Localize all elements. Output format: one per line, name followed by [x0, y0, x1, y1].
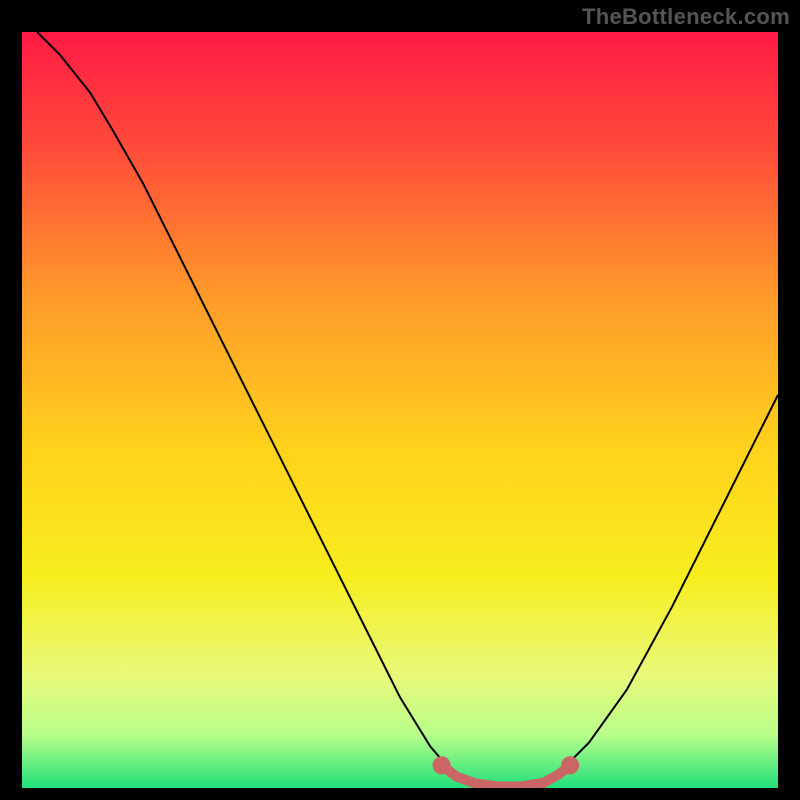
watermark-text: TheBottleneck.com: [582, 4, 790, 30]
chart-frame: TheBottleneck.com: [0, 0, 800, 800]
optimal-band-cap: [561, 756, 579, 774]
gradient-backdrop: [22, 32, 778, 788]
chart-svg: [22, 32, 778, 788]
plot-area: [22, 32, 778, 788]
optimal-band-cap: [433, 756, 451, 774]
